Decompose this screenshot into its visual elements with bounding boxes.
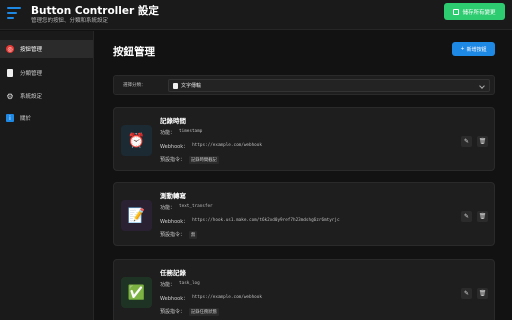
- app-header: Button Controller 設定 管理您的按鈕、分類和系統設定 儲存所有…: [0, 0, 512, 30]
- add-button[interactable]: + 新增按鈕: [452, 42, 495, 56]
- edit-button[interactable]: ✎: [461, 136, 472, 147]
- memo-icon: 📝: [121, 200, 152, 231]
- edit-icon: ✎: [463, 213, 470, 220]
- sidebar-item-about[interactable]: i 關於: [0, 109, 93, 127]
- trash-icon: 🗑: [478, 213, 487, 220]
- card-command-row: 預設指令： 無: [160, 231, 198, 239]
- save-all-button[interactable]: 儲存所有變更: [444, 3, 505, 20]
- category-select-value: 文字傳輸: [181, 83, 202, 89]
- card-webhook-value: https://example.com/webhook: [192, 143, 262, 148]
- edit-button[interactable]: ✎: [461, 211, 472, 222]
- button-card: ✅ 任務記錄 功能： task_log Webhook： https://exa…: [113, 259, 495, 320]
- card-title: 測動轉寫: [160, 192, 186, 200]
- sidebar: ◎ 按鈕管理 分類管理 ⚙ 系統設定 i 關於: [0, 31, 94, 320]
- sidebar-item-buttons[interactable]: ◎ 按鈕管理: [0, 40, 93, 58]
- sidebar-item-label: 關於: [20, 116, 32, 122]
- card-command-value: 記錄任務狀態: [189, 308, 219, 316]
- card-function-value: timestamp: [179, 129, 203, 134]
- button-card: 📝 測動轉寫 功能： text_transfer Webhook： https:…: [113, 182, 495, 246]
- check-mark-icon: ✅: [121, 277, 152, 308]
- card-function-row: 功能： task_log: [160, 281, 200, 288]
- card-webhook-row: Webhook： https://example.com/webhook: [160, 143, 262, 150]
- sidebar-item-label: 系統設定: [20, 94, 43, 100]
- filter-label: 選擇分類：: [123, 83, 146, 88]
- sidebar-item-settings[interactable]: ⚙ 系統設定: [0, 87, 93, 105]
- card-function-row: 功能： text_transfer: [160, 204, 213, 211]
- edit-icon: ✎: [463, 290, 470, 297]
- delete-button[interactable]: 🗑: [477, 136, 488, 147]
- card-webhook-row: Webhook： https://example.com/webhook: [160, 295, 262, 302]
- sidebar-item-label: 按鈕管理: [20, 47, 43, 53]
- page-title: 按鈕管理: [113, 46, 155, 58]
- card-title: 記錄時間: [160, 117, 186, 125]
- trash-icon: 🗑: [478, 138, 487, 145]
- add-button-label: 新增按鈕: [466, 46, 487, 53]
- card-command-row: 預設指令： 記錄時間截記: [160, 156, 219, 164]
- category-select[interactable]: 文字傳輸: [168, 79, 490, 92]
- save-all-label: 儲存所有變更: [462, 9, 496, 16]
- card-function-row: 功能： timestamp: [160, 129, 203, 136]
- button-card: ⏰ 記錄時間 功能： timestamp Webhook： https://ex…: [113, 107, 495, 171]
- edit-button[interactable]: ✎: [461, 288, 472, 299]
- menu-icon[interactable]: [7, 7, 21, 19]
- card-title: 任務記錄: [160, 269, 186, 277]
- card-function-value: text_transfer: [179, 204, 213, 209]
- save-icon: [453, 8, 460, 15]
- card-function-value: task_log: [179, 281, 200, 286]
- card-webhook-value: https://hook.us1.make.com/t6k2xd0y9ref7h…: [192, 218, 340, 223]
- delete-button[interactable]: 🗑: [477, 211, 488, 222]
- target-icon: ◎: [6, 45, 14, 53]
- trash-icon: 🗑: [478, 290, 487, 297]
- document-icon: [7, 69, 13, 77]
- card-command-value: 記錄時間截記: [189, 156, 219, 164]
- app-subtitle: 管理您的按鈕、分類和系統設定: [31, 18, 109, 24]
- category-filter-bar: 選擇分類： 文字傳輸: [113, 75, 495, 95]
- info-icon: i: [6, 114, 14, 122]
- sidebar-item-categories[interactable]: 分類管理: [0, 64, 93, 82]
- main-content: 按鈕管理 + 新增按鈕 選擇分類： 文字傳輸 ⏰ 記錄時間 功能： timest…: [95, 31, 512, 320]
- card-command-row: 預設指令： 記錄任務狀態: [160, 308, 219, 316]
- sidebar-item-label: 分類管理: [20, 71, 43, 77]
- plus-icon: +: [460, 46, 465, 52]
- card-webhook-value: https://example.com/webhook: [192, 295, 262, 300]
- card-command-value: 無: [189, 231, 198, 239]
- card-webhook-row: Webhook： https://hook.us1.make.com/t6k2x…: [160, 218, 340, 225]
- chevron-down-icon: [479, 83, 485, 89]
- delete-button[interactable]: 🗑: [477, 288, 488, 299]
- document-icon: [173, 82, 178, 89]
- gear-icon: ⚙: [6, 91, 14, 101]
- edit-icon: ✎: [463, 138, 470, 145]
- alarm-clock-icon: ⏰: [121, 125, 152, 156]
